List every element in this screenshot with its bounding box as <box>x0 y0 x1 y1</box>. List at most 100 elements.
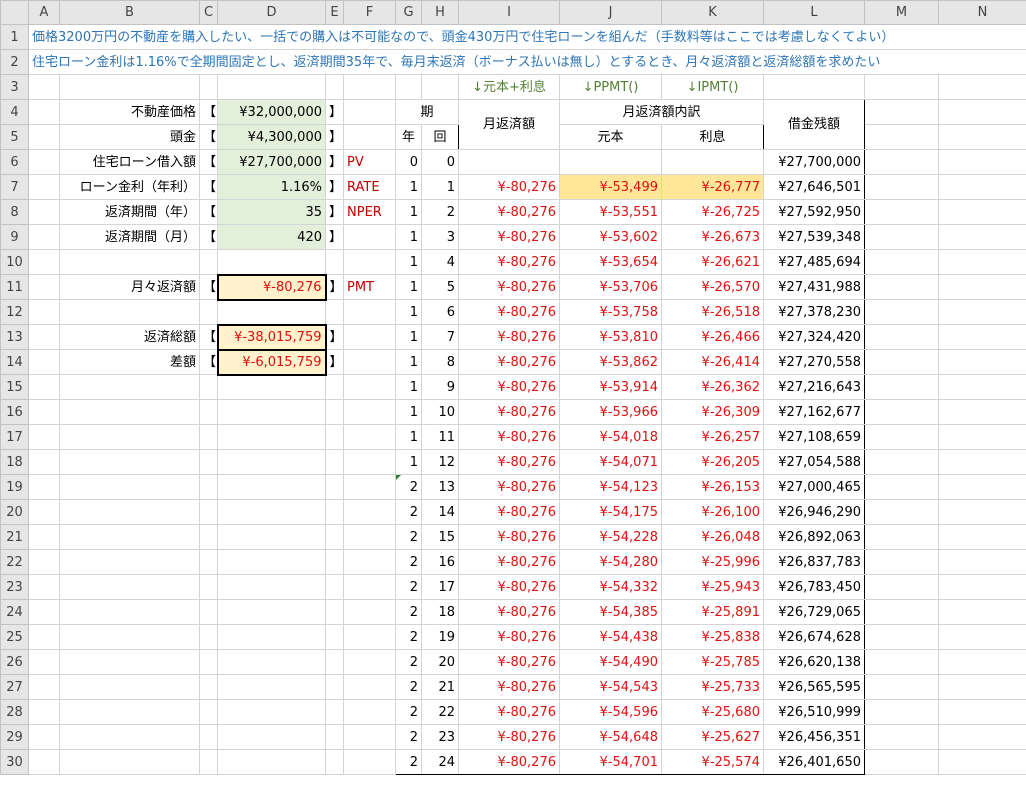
sched-year[interactable]: 1 <box>395 299 422 325</box>
sched-balance[interactable]: ¥27,216,643 <box>763 374 865 400</box>
empty-cell[interactable] <box>938 174 1026 200</box>
row-header-4[interactable]: 4 <box>0 99 29 125</box>
empty-cell[interactable] <box>199 249 218 275</box>
function-tag-r4[interactable] <box>343 99 396 125</box>
empty-cell[interactable] <box>938 574 1026 600</box>
sched-count[interactable]: 23 <box>421 724 459 750</box>
empty-cell[interactable] <box>59 574 200 600</box>
empty-cell[interactable] <box>325 674 344 700</box>
sched-payment[interactable]: ¥-80,276 <box>458 274 560 300</box>
input-value-r6[interactable]: ¥27,700,000 <box>217 149 326 175</box>
problem-note-1[interactable]: 価格3200万円の不動産を購入したい、一括での購入は不可能なので、頭金430万円… <box>28 24 1026 50</box>
empty-cell[interactable] <box>864 524 939 550</box>
empty-cell[interactable] <box>59 424 200 450</box>
sched-principal[interactable]: ¥-54,123 <box>559 474 662 500</box>
empty-cell[interactable] <box>421 74 459 100</box>
empty-cell[interactable] <box>325 499 344 525</box>
sched-year[interactable]: 2 <box>395 599 422 625</box>
empty-cell[interactable] <box>864 574 939 600</box>
empty-cell[interactable] <box>217 424 326 450</box>
sched-balance[interactable]: ¥26,946,290 <box>763 499 865 525</box>
sched-interest[interactable]: ¥-26,309 <box>661 399 764 425</box>
sched-principal[interactable]: ¥-54,438 <box>559 624 662 650</box>
sched-payment[interactable]: ¥-80,276 <box>458 374 560 400</box>
header-payment[interactable]: 月返済額 <box>458 99 560 150</box>
sched-balance[interactable]: ¥27,108,659 <box>763 424 865 450</box>
row-header-24[interactable]: 24 <box>0 599 29 625</box>
sched-year[interactable]: 2 <box>395 699 422 725</box>
row-header-3[interactable]: 3 <box>0 74 29 100</box>
empty-cell[interactable] <box>59 624 200 650</box>
sched-interest[interactable]: ¥-25,574 <box>661 749 764 775</box>
empty-cell[interactable] <box>59 699 200 725</box>
input-value-r13[interactable]: ¥-38,015,759 <box>216 323 327 351</box>
problem-note-2[interactable]: 住宅ローン金利は1.16%で全期間固定とし、返済期間35年で、毎月末返済（ボーナ… <box>28 49 1026 75</box>
sched-interest[interactable]: ¥-26,257 <box>661 424 764 450</box>
bracket-open[interactable]: 【 <box>199 149 218 175</box>
empty-cell[interactable] <box>325 374 344 400</box>
empty-cell[interactable] <box>199 674 218 700</box>
input-label-r7[interactable]: ローン金利（年利） <box>59 174 200 200</box>
empty-cell[interactable] <box>217 499 326 525</box>
empty-cell[interactable] <box>217 699 326 725</box>
empty-cell[interactable] <box>325 299 344 325</box>
empty-cell[interactable] <box>864 649 939 675</box>
empty-cell[interactable] <box>28 374 60 400</box>
empty-cell[interactable] <box>28 274 60 300</box>
empty-cell[interactable] <box>938 299 1026 325</box>
empty-cell[interactable] <box>938 99 1026 125</box>
sched-balance[interactable]: ¥26,837,783 <box>763 549 865 575</box>
column-header-h[interactable]: H <box>421 0 459 25</box>
empty-cell[interactable] <box>864 149 939 175</box>
empty-cell[interactable] <box>28 124 60 150</box>
empty-cell[interactable] <box>217 374 326 400</box>
sched-year[interactable]: 1 <box>395 174 422 200</box>
sched-count[interactable]: 17 <box>421 574 459 600</box>
bracket-close[interactable]: 】 <box>325 324 344 350</box>
row-header-15[interactable]: 15 <box>0 374 29 400</box>
empty-cell[interactable] <box>864 549 939 575</box>
sched-year[interactable]: 1 <box>395 199 422 225</box>
sched-payment[interactable]: ¥-80,276 <box>458 549 560 575</box>
sched-count[interactable]: 13 <box>421 474 459 500</box>
empty-cell[interactable] <box>864 449 939 475</box>
empty-cell[interactable] <box>28 599 60 625</box>
sched-count[interactable]: 1 <box>421 174 459 200</box>
empty-cell[interactable] <box>28 574 60 600</box>
empty-cell[interactable] <box>343 374 396 400</box>
sched-year[interactable]: 1 <box>395 274 422 300</box>
empty-cell[interactable] <box>325 74 344 100</box>
sched-interest[interactable]: ¥-26,048 <box>661 524 764 550</box>
sched-count[interactable]: 11 <box>421 424 459 450</box>
empty-cell[interactable] <box>199 599 218 625</box>
sched-interest[interactable]: ¥-25,838 <box>661 624 764 650</box>
sched-balance[interactable]: ¥27,378,230 <box>763 299 865 325</box>
column-header-n[interactable]: N <box>938 0 1026 25</box>
empty-cell[interactable] <box>938 499 1026 525</box>
sched-principal[interactable]: ¥-54,385 <box>559 599 662 625</box>
row-header-11[interactable]: 11 <box>0 274 29 300</box>
empty-cell[interactable] <box>864 699 939 725</box>
column-header-i[interactable]: I <box>458 0 560 25</box>
row-header-29[interactable]: 29 <box>0 724 29 750</box>
empty-cell[interactable] <box>938 149 1026 175</box>
empty-cell[interactable] <box>343 599 396 625</box>
column-header-g[interactable]: G <box>395 0 422 25</box>
input-label-r4[interactable]: 不動産価格 <box>59 99 200 125</box>
sched-payment[interactable]: ¥-80,276 <box>458 599 560 625</box>
row-header-6[interactable]: 6 <box>0 149 29 175</box>
sched-balance[interactable]: ¥27,054,588 <box>763 449 865 475</box>
input-label-r11[interactable]: 月々返済額 <box>59 274 200 300</box>
sched-payment[interactable]: ¥-80,276 <box>458 174 560 200</box>
empty-cell[interactable] <box>28 449 60 475</box>
row-header-30[interactable]: 30 <box>0 749 29 775</box>
empty-cell[interactable] <box>59 549 200 575</box>
row-header-8[interactable]: 8 <box>0 199 29 225</box>
empty-cell[interactable] <box>864 274 939 300</box>
empty-cell[interactable] <box>217 399 326 425</box>
empty-cell[interactable] <box>864 74 939 100</box>
sched-principal[interactable]: ¥-54,490 <box>559 649 662 675</box>
empty-cell[interactable] <box>938 699 1026 725</box>
header-interest[interactable]: 利息 <box>661 124 764 150</box>
empty-cell[interactable] <box>217 524 326 550</box>
